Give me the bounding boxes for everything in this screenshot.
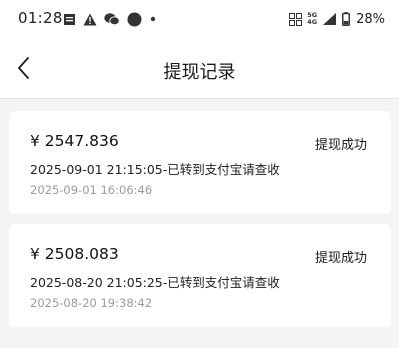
message-icon [64,13,75,25]
wechat-icon [104,13,120,26]
withdrawal-status: 提现成功 [314,251,367,266]
withdrawal-created-time: 2025-08-20 19:38:42 [30,296,153,310]
network-type: 5G 4G [307,12,317,26]
status-time: 01:28 [18,9,63,27]
withdrawal-detail: 2025-08-20 21:05:25-已转到支付宝请查收 [30,275,280,290]
more-dot-icon [150,16,156,22]
status-bar: 01:28 5G 4G 28% [0,0,399,38]
withdrawal-record-card[interactable]: ¥ 2547.836 提现成功 2025-09-01 21:15:05-已转到支… [9,111,391,214]
battery-percentage: 28% [356,11,385,27]
header: 提现记录 [0,38,399,99]
signal-icon [323,13,337,25]
withdrawal-created-time: 2025-09-01 16:06:46 [30,183,153,197]
warning-icon [83,13,97,25]
battery-icon [342,12,351,26]
status-notification-icons [63,11,157,27]
app-circle-icon [127,12,142,26]
status-system-icons: 5G 4G 28% [289,9,385,29]
nfc-icon [289,12,303,26]
withdrawal-detail: 2025-09-01 21:15:05-已转到支付宝请查收 [30,162,280,177]
network-4g-label: 4G [307,18,318,26]
withdrawal-amount: ¥ 2547.836 [30,132,119,150]
withdrawal-amount: ¥ 2508.083 [30,245,119,263]
withdrawal-record-card[interactable]: ¥ 2508.083 提现成功 2025-08-20 21:05:25-已转到支… [9,224,391,327]
withdrawal-status: 提现成功 [314,138,367,153]
page-title: 提现记录 [163,62,236,83]
